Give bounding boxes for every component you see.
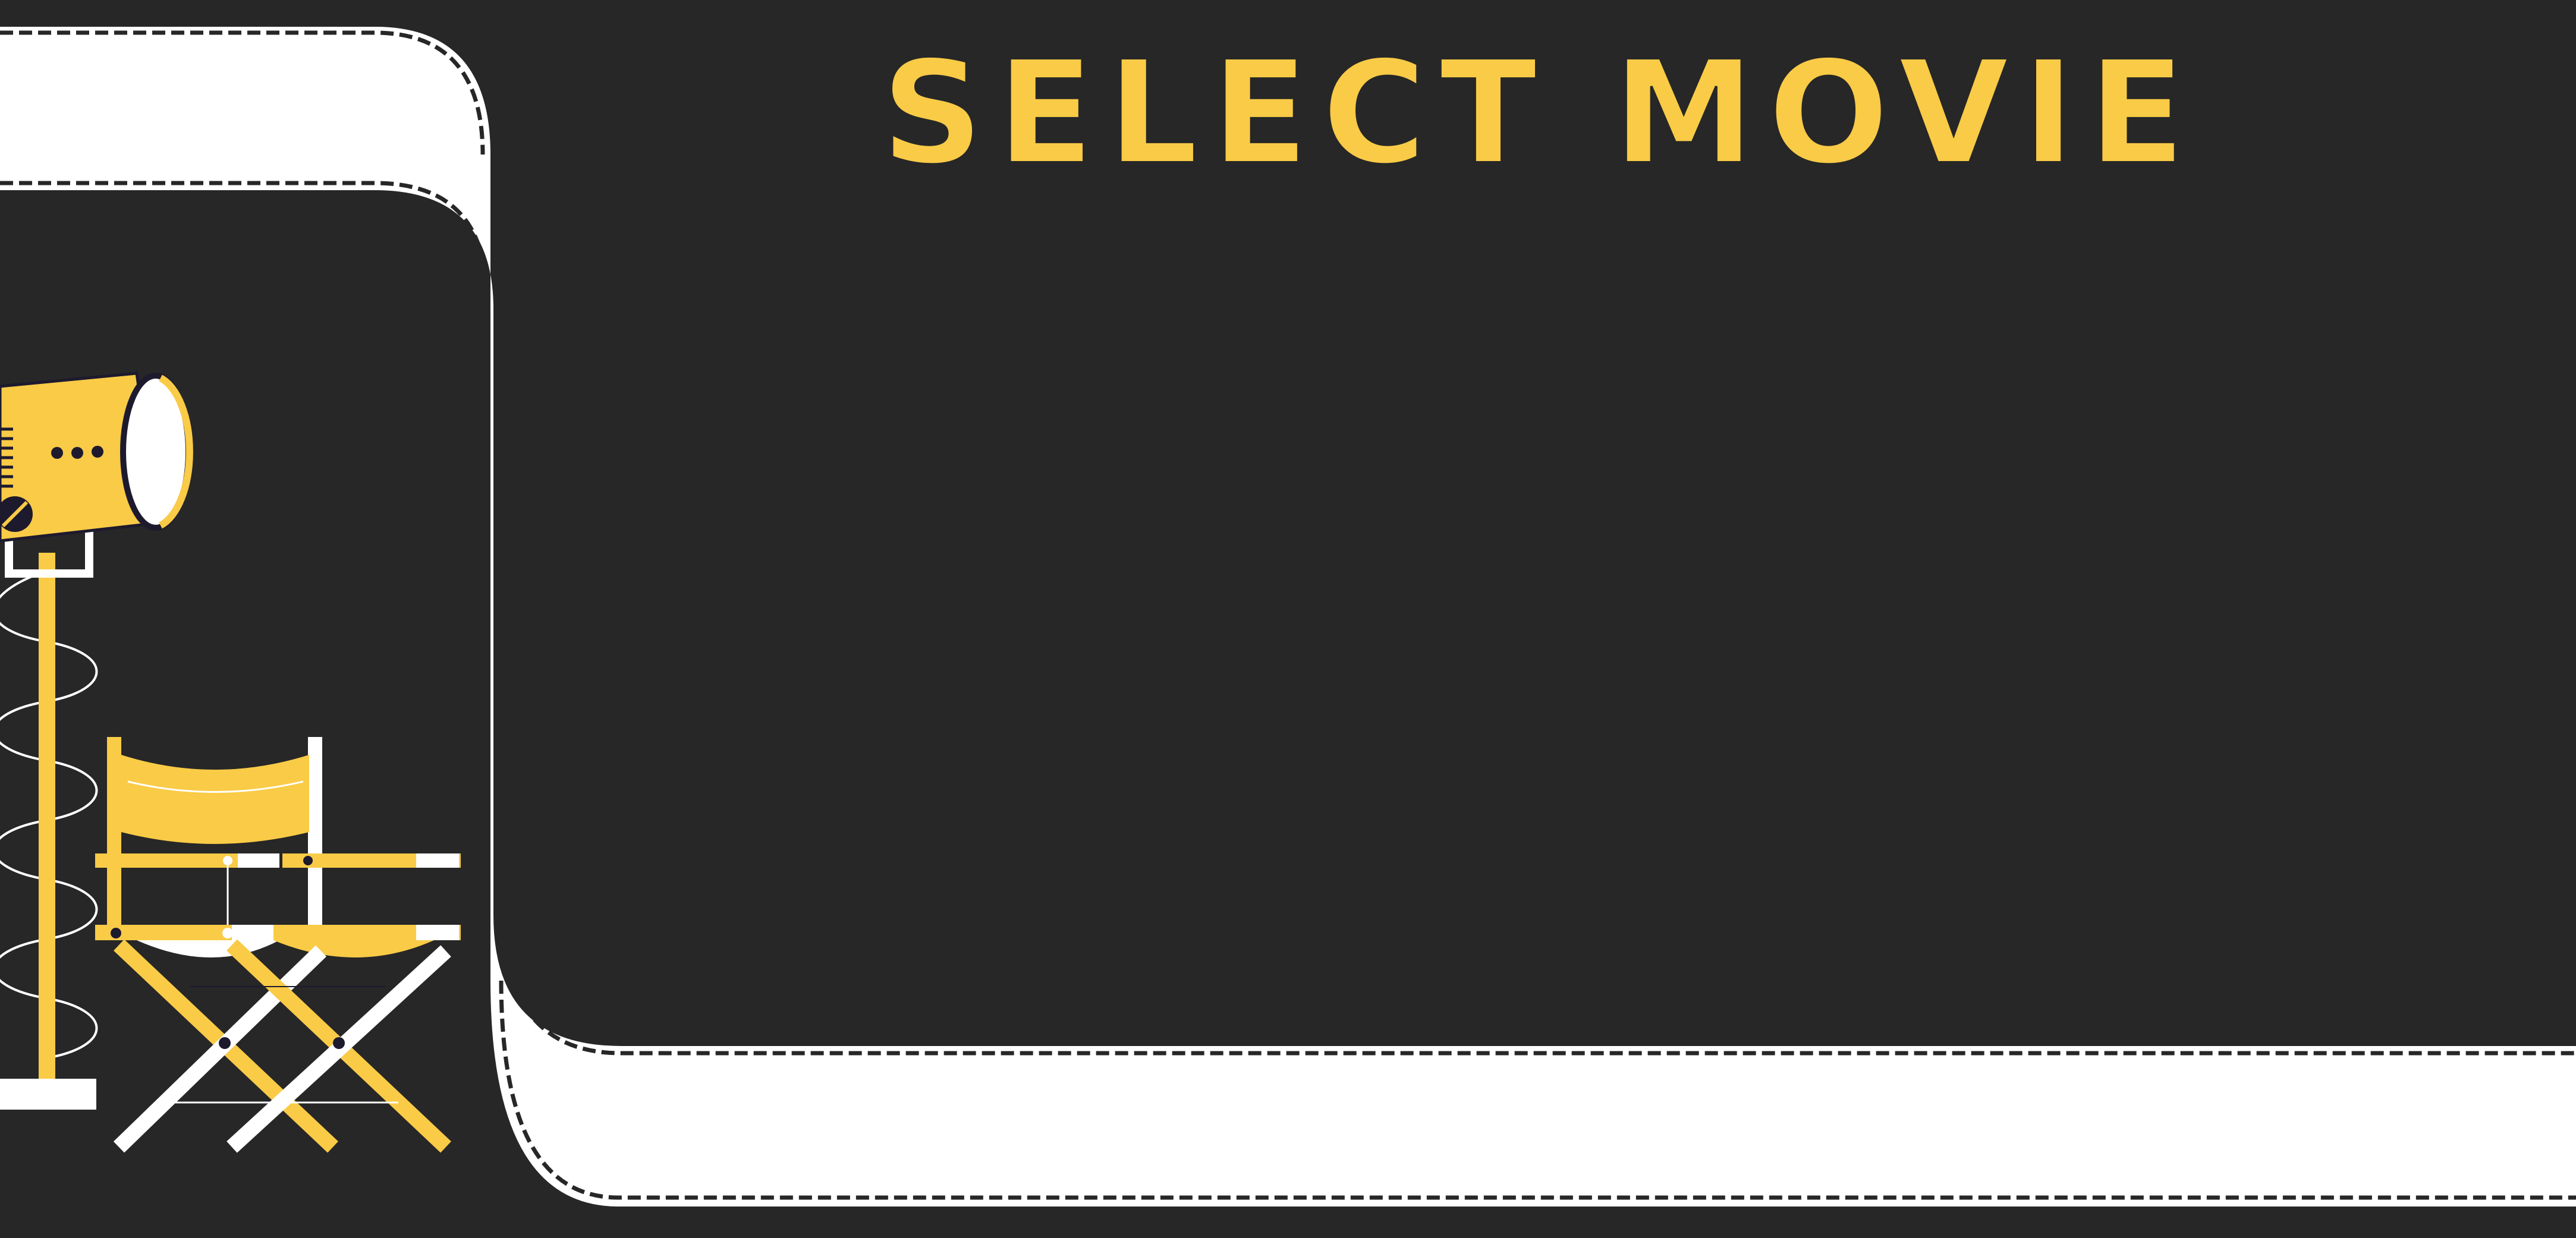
page-title: SELECT MOVIE [880,30,2199,196]
